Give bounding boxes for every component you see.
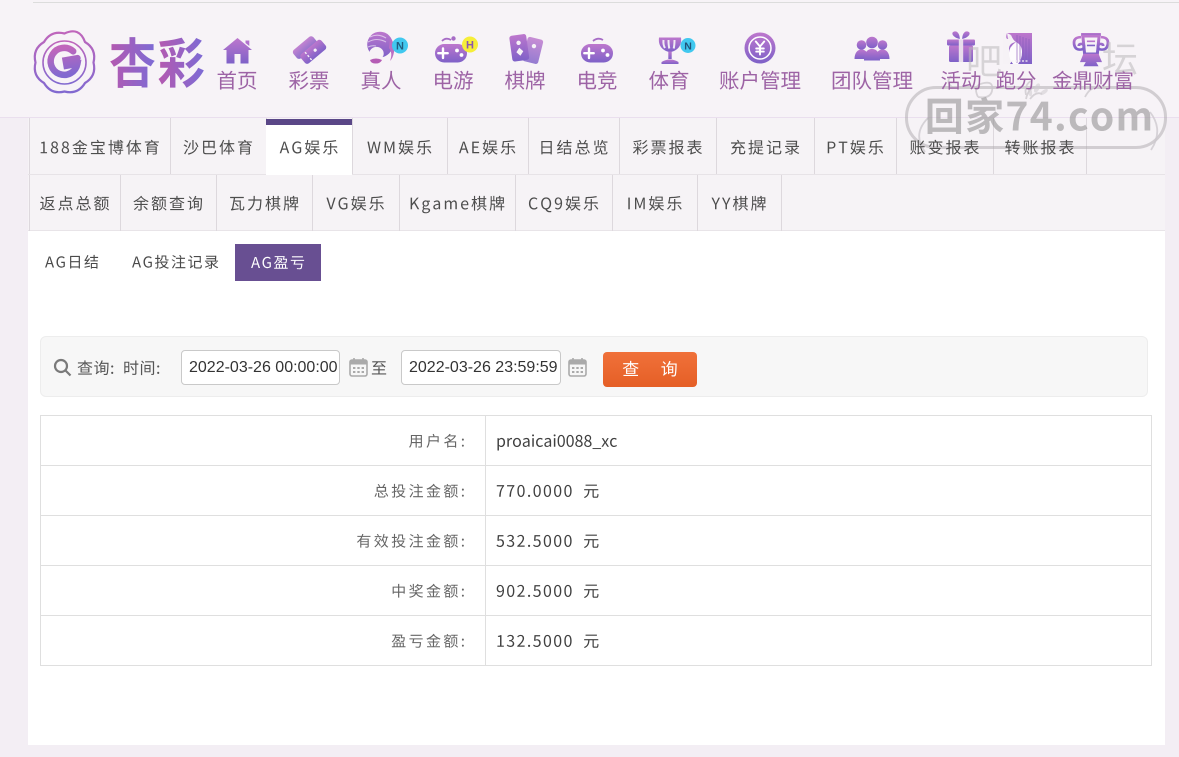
svg-text:N: N	[396, 41, 404, 53]
svg-text:H: H	[466, 40, 474, 52]
svg-text:N: N	[684, 40, 692, 52]
